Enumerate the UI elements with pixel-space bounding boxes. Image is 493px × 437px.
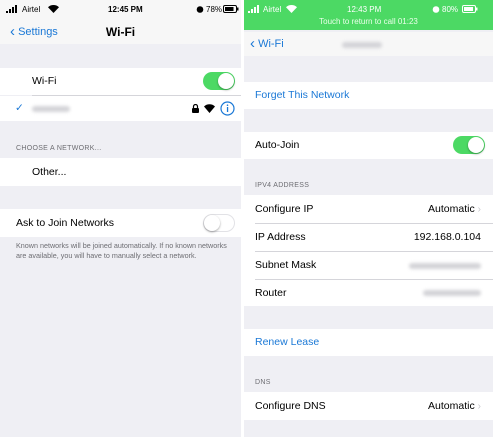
- renew-lease-row[interactable]: Renew Lease: [244, 329, 493, 356]
- configure-dns-value: Automatic: [428, 400, 475, 412]
- configure-ip-label: Configure IP: [255, 203, 314, 215]
- wifi-toggle-row: Wi-Fi: [0, 68, 241, 95]
- battery-percent: 78%: [206, 5, 223, 14]
- network-title-redacted: [342, 42, 382, 48]
- signal-icon: [6, 0, 18, 20]
- ipv4-header: IPV4 ADDRESS: [255, 182, 310, 189]
- battery-icon: [223, 0, 239, 20]
- configure-ip-value-wrap: Automatic ›: [428, 195, 481, 224]
- other-network-row[interactable]: Other...: [0, 158, 241, 186]
- configure-dns-row[interactable]: Configure DNS Automatic ›: [244, 392, 493, 420]
- choose-network-header: CHOOSE A NETWORK...: [16, 145, 102, 152]
- wifi-toggle[interactable]: [203, 72, 235, 90]
- configure-ip-row[interactable]: Configure IP Automatic ›: [244, 195, 493, 223]
- subnet-mask-label: Subnet Mask: [255, 259, 317, 271]
- wifi-signal-icon: [204, 104, 215, 116]
- auto-join-row: Auto-Join: [244, 132, 493, 159]
- chevron-right-icon: ›: [477, 401, 481, 412]
- info-icon[interactable]: [220, 101, 235, 119]
- router-label: Router: [255, 287, 287, 299]
- configure-dns-value-wrap: Automatic ›: [428, 392, 481, 421]
- chevron-left-icon: ‹: [250, 35, 255, 52]
- renew-lease-button[interactable]: Renew Lease: [255, 329, 319, 356]
- subnet-mask-row: Subnet Mask: [244, 252, 493, 279]
- call-status-bar[interactable]: Airtel 12:43 PM 80% Touch to return to c…: [244, 0, 493, 30]
- toggle-knob: [468, 137, 484, 153]
- ask-to-join-toggle[interactable]: [203, 214, 235, 232]
- auto-join-label: Auto-Join: [255, 139, 300, 151]
- status-bar: Airtel 12:45 PM 78%: [0, 0, 241, 20]
- checkmark-icon: ✓: [15, 102, 24, 114]
- ip-address-value: 192.168.0.104: [413, 231, 481, 243]
- status-time: 12:45 PM: [108, 5, 143, 14]
- toggle-knob: [204, 215, 220, 231]
- auto-join-toggle[interactable]: [453, 136, 485, 154]
- lock-icon: [192, 103, 199, 116]
- ask-to-join-label: Ask to Join Networks: [16, 217, 115, 229]
- forget-network-button[interactable]: Forget This Network: [255, 82, 349, 109]
- page-title: Wi-Fi: [105, 25, 136, 39]
- router-row: Router: [244, 280, 493, 306]
- ask-to-join-row: Ask to Join Networks: [0, 209, 241, 237]
- ip-address-row: IP Address 192.168.0.104: [244, 224, 493, 251]
- connected-network-row[interactable]: ✓: [0, 96, 241, 121]
- other-label: Other...: [32, 166, 67, 178]
- ip-address-label: IP Address: [255, 231, 306, 243]
- navigation-bar: ‹ Wi-Fi: [244, 32, 493, 56]
- back-button[interactable]: ‹ Wi-Fi: [250, 32, 284, 56]
- return-to-call-banner: Touch to return to call 01:23: [319, 17, 418, 26]
- configure-dns-label: Configure DNS: [255, 400, 326, 412]
- wifi-label: Wi-Fi: [32, 75, 57, 87]
- subnet-mask-redacted: [409, 263, 481, 269]
- navigation-bar: ‹ Settings Wi-Fi: [0, 20, 241, 44]
- configure-ip-value: Automatic: [428, 203, 475, 215]
- ask-to-join-footer: Known networks will be joined automatica…: [16, 241, 227, 260]
- router-redacted: [423, 290, 481, 296]
- network-name-redacted: [32, 106, 70, 112]
- back-label: Wi-Fi: [258, 38, 284, 50]
- carrier-name: Airtel: [22, 5, 41, 14]
- dns-header: DNS: [255, 379, 271, 386]
- chevron-right-icon: ›: [477, 204, 481, 215]
- toggle-knob: [218, 73, 234, 89]
- alarm-icon: [196, 0, 204, 20]
- network-detail-screen: Airtel 12:43 PM 80% Touch to return to c…: [244, 0, 493, 437]
- forget-network-row[interactable]: Forget This Network: [244, 82, 493, 109]
- wifi-settings-screen: Airtel 12:45 PM 78% ‹ Settings Wi-Fi Wi-…: [0, 0, 241, 437]
- wifi-status-icon: [48, 0, 59, 20]
- ipv4-section: Configure IP Automatic › IP Address 192.…: [244, 195, 493, 306]
